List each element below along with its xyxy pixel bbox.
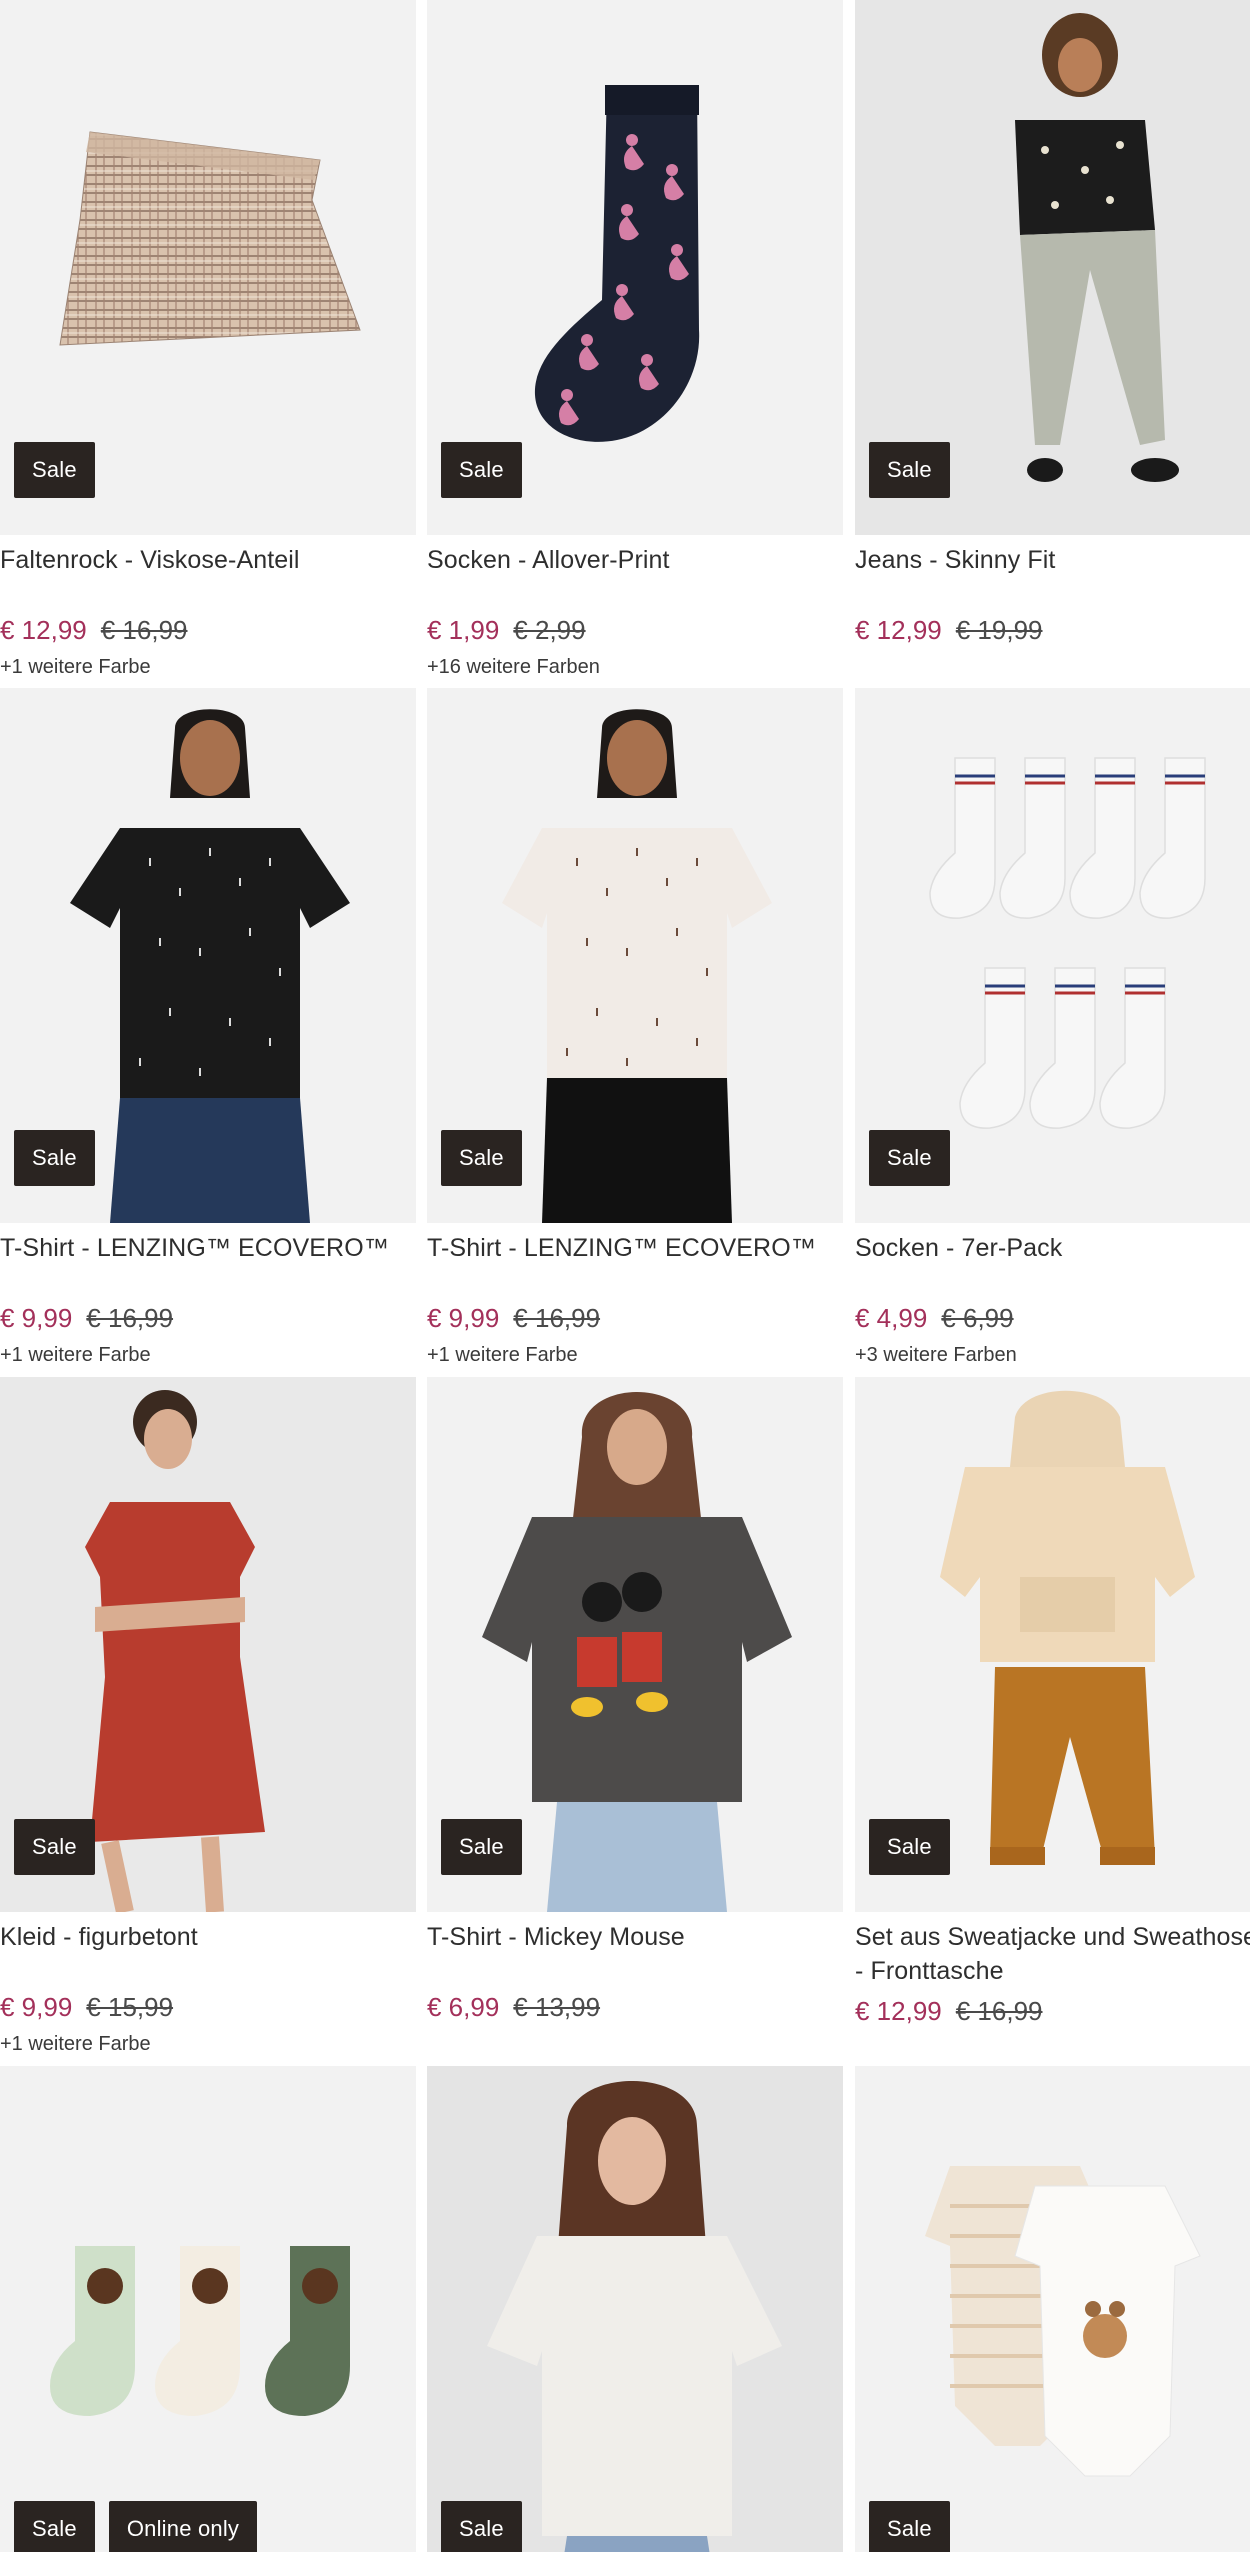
badge-group: Sale (869, 442, 950, 498)
sale-badge: Sale (441, 442, 522, 498)
baby-bodysuits-image (925, 2166, 1201, 2477)
product-card[interactable]: Sale Online only (0, 2066, 416, 2552)
product-title[interactable]: Kleid - figurbetont (0, 1920, 410, 1954)
product-card[interactable]: Sale Kleid - figurbetont € 9,99 € 15,99 +… (0, 1377, 416, 2057)
product-image[interactable]: Sale Online only (0, 2066, 416, 2552)
product-card[interactable]: Sale Socken - 7er-Pack € 4,99 € 6,99 +3 w… (855, 688, 1250, 1368)
product-title[interactable]: T-Shirt - LENZING™ ECOVERO™ (427, 1231, 837, 1265)
original-price: € 16,99 (513, 1303, 601, 1333)
badge-group: Sale (441, 1819, 522, 1875)
original-price: € 13,99 (513, 1992, 601, 2022)
sale-price: € 12,99 (0, 615, 87, 645)
badge-group: Sale (14, 442, 95, 498)
price-row: € 12,99 € 16,99 (855, 1995, 1043, 2027)
product-card[interactable]: Sale T-Shirt - LENZING™ ECOVERO™ € 9,99 €… (0, 688, 416, 1368)
sale-badge: Sale (441, 2501, 522, 2552)
product-title[interactable]: Socken - Allover-Print (427, 543, 837, 577)
product-image[interactable]: Sale (855, 0, 1250, 535)
original-price: € 2,99 (513, 615, 586, 645)
product-image[interactable]: Sale (0, 688, 416, 1223)
product-card[interactable]: Sale Jeans - Skinny Fit € 12,99 € 19,99 (855, 0, 1250, 680)
badge-group: Sale (441, 442, 522, 498)
product-title[interactable]: Set aus Sweatjacke und Sweathose - Front… (855, 1920, 1250, 1988)
product-card[interactable]: Sale T-Shirt - Mickey Mouse € 6,99 € 13,9… (427, 1377, 843, 2057)
badge-group: Sale (14, 1130, 95, 1186)
product-card[interactable]: Sale (427, 2066, 843, 2552)
original-price: € 16,99 (955, 1996, 1043, 2026)
model-white-top-image (487, 2081, 782, 2552)
product-title[interactable]: T-Shirt - LENZING™ ECOVERO™ (0, 1231, 410, 1265)
product-card[interactable]: Sale Socken - Allover-Print € 1,99 € 2,99… (427, 0, 843, 680)
product-title[interactable]: Faltenrock - Viskose-Anteil (0, 543, 410, 577)
price-row: € 9,99 € 16,99 (0, 1302, 173, 1334)
sale-price: € 1,99 (427, 615, 500, 645)
sale-price: € 6,99 (427, 1992, 500, 2022)
badge-group: Sale (441, 2501, 522, 2552)
sale-badge: Sale (14, 1130, 95, 1186)
more-colors-note[interactable]: +1 weitere Farbe (427, 1342, 578, 1368)
product-title[interactable]: T-Shirt - Mickey Mouse (427, 1920, 837, 1954)
more-colors-note[interactable]: +3 weitere Farben (855, 1342, 1017, 1368)
bear-socks-image (50, 2246, 350, 2416)
sale-price: € 12,99 (855, 1996, 942, 2026)
product-image[interactable]: Sale (427, 0, 843, 535)
product-image[interactable]: Sale (427, 1377, 843, 1912)
product-image[interactable]: Sale (427, 688, 843, 1223)
sale-price: € 9,99 (427, 1303, 500, 1333)
price-row: € 12,99 € 16,99 (0, 614, 188, 646)
product-card[interactable]: Sale Faltenrock - Viskose-Anteil € 12,99… (0, 0, 416, 680)
sale-price: € 9,99 (0, 1303, 73, 1333)
sale-badge: Sale (14, 2501, 95, 2552)
sale-price: € 4,99 (855, 1303, 928, 1333)
product-title[interactable]: Socken - 7er-Pack (855, 1231, 1250, 1265)
price-row: € 4,99 € 6,99 (855, 1302, 1014, 1334)
more-colors-note[interactable]: +16 weitere Farben (427, 654, 600, 680)
sale-badge: Sale (869, 1819, 950, 1875)
price-row: € 6,99 € 13,99 (427, 1991, 600, 2023)
price-row: € 1,99 € 2,99 (427, 614, 586, 646)
product-image[interactable]: Sale (0, 1377, 416, 1912)
badge-group: Sale (869, 2501, 950, 2552)
original-price: € 16,99 (86, 1303, 174, 1333)
product-image[interactable]: Sale (855, 1377, 1250, 1912)
more-colors-note[interactable]: +1 weitere Farbe (0, 654, 151, 680)
sale-badge: Sale (14, 1819, 95, 1875)
more-colors-note[interactable]: +1 weitere Farbe (0, 1342, 151, 1368)
sale-badge: Sale (869, 442, 950, 498)
original-price: € 19,99 (955, 615, 1043, 645)
product-card[interactable]: Sale T-Shirt - LENZING™ ECOVERO™ € 9,99 €… (427, 688, 843, 1368)
sale-badge: Sale (869, 1130, 950, 1186)
product-image[interactable]: Sale (427, 2066, 843, 2552)
badge-group: Sale (869, 1130, 950, 1186)
product-image[interactable]: Sale (0, 0, 416, 535)
badge-group: Sale (869, 1819, 950, 1875)
badge-group: Sale (441, 1130, 522, 1186)
badge-group: Sale Online only (14, 2501, 258, 2552)
sale-badge: Sale (14, 442, 95, 498)
more-colors-note[interactable]: +1 weitere Farbe (0, 2031, 151, 2057)
price-row: € 12,99 € 19,99 (855, 614, 1043, 646)
price-row: € 9,99 € 15,99 (0, 1991, 173, 2023)
price-row: € 9,99 € 16,99 (427, 1302, 600, 1334)
original-price: € 15,99 (86, 1992, 174, 2022)
original-price: € 16,99 (100, 615, 188, 645)
product-image[interactable]: Sale (855, 2066, 1250, 2552)
sale-badge: Sale (869, 2501, 950, 2552)
product-card[interactable]: Sale Set aus Sweatjacke und Sweathose - … (855, 1377, 1250, 2057)
sale-badge: Sale (441, 1130, 522, 1186)
sale-badge: Sale (441, 1819, 522, 1875)
badge-group: Sale (14, 1819, 95, 1875)
original-price: € 6,99 (941, 1303, 1014, 1333)
sale-price: € 12,99 (855, 615, 942, 645)
product-card[interactable]: Sale (855, 2066, 1250, 2552)
online-only-badge: Online only (108, 2501, 258, 2552)
product-title[interactable]: Jeans - Skinny Fit (855, 543, 1250, 577)
product-image[interactable]: Sale (855, 688, 1250, 1223)
sale-price: € 9,99 (0, 1992, 73, 2022)
